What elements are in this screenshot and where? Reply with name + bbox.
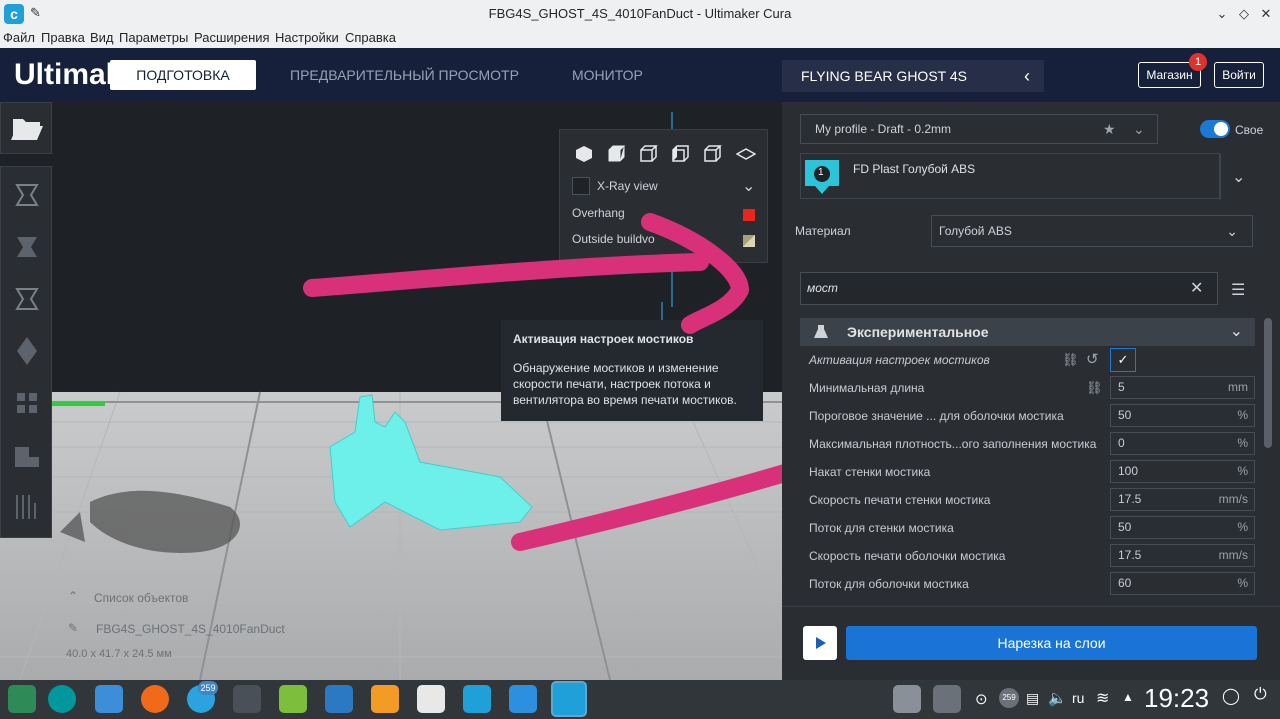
leaf-app-icon[interactable]	[279, 685, 307, 713]
setting-label-skin-flow: Поток для оболочки мостика	[809, 577, 969, 591]
settings-scrollbar[interactable]	[1264, 318, 1272, 448]
search-value: мост	[807, 281, 838, 295]
category-experimental[interactable]: Экспериментальное ⌄	[800, 318, 1255, 346]
extruder-number: 1	[818, 167, 824, 178]
skin-threshold-input[interactable]: 50%	[1110, 404, 1255, 427]
material-select[interactable]: Голубой ABS ⌄	[931, 215, 1253, 247]
setting-label-bridge-enable: Активация настроек мостиков	[809, 353, 990, 367]
value: 50	[1118, 408, 1132, 422]
volume-icon[interactable]: 🔈	[1048, 689, 1067, 707]
link-icon[interactable]: ⛓	[1086, 380, 1103, 396]
telegram-badge: 259	[198, 681, 218, 695]
value: 60	[1118, 576, 1132, 590]
chevron-down-icon: ⌄	[1229, 323, 1243, 340]
bridge-enable-checkbox[interactable]: ✓	[1110, 348, 1136, 372]
value: 0	[1118, 436, 1125, 450]
max-density-input[interactable]: 0%	[1110, 432, 1255, 455]
wifi-icon[interactable]: ≋	[1096, 688, 1109, 708]
notification-tray-icon[interactable]: 259	[999, 688, 1019, 708]
setting-label-min-length: Минимальная длина	[809, 381, 925, 395]
terminal-icon[interactable]	[233, 685, 261, 713]
skin-flow-input[interactable]: 60%	[1110, 572, 1255, 595]
material-value: Голубой ABS	[939, 224, 1012, 238]
setting-label-wall-flow: Поток для стенки мостика	[809, 521, 954, 535]
settings-menu-icon[interactable]: ☰	[1231, 280, 1245, 300]
document-icon[interactable]	[509, 685, 537, 713]
extruder-material: FD Plast Голубой ABS	[853, 162, 976, 176]
lock-icon[interactable]: ◯	[1222, 686, 1240, 706]
custom-mode-label: Свое	[1235, 123, 1264, 137]
value: 50	[1118, 520, 1132, 534]
unit: %	[1237, 576, 1248, 590]
setting-label-wall-speed: Скорость печати стенки мостика	[809, 493, 991, 507]
cura-active-icon[interactable]	[551, 681, 587, 717]
value: 17.5	[1118, 548, 1142, 562]
unit: %	[1237, 520, 1248, 534]
arduino-icon[interactable]	[48, 685, 76, 713]
custom-mode-toggle[interactable]	[1200, 120, 1230, 138]
profile-selector[interactable]: My profile - Draft - 0.2mm ★ ⌄	[800, 114, 1158, 144]
flask-icon	[814, 325, 828, 338]
clear-search-icon[interactable]: ✕	[1190, 273, 1203, 304]
unit: mm	[1228, 380, 1248, 394]
app-menu-icon[interactable]	[8, 685, 36, 713]
divider	[1220, 154, 1221, 200]
setting-label-wall-coast: Накат стенки мостика	[809, 465, 931, 479]
chevron-down-icon: ⌄	[1226, 223, 1238, 239]
power-icon[interactable]: ⏻	[1254, 686, 1267, 704]
extruder-icon	[805, 160, 839, 194]
clock[interactable]: 19:23	[1144, 683, 1209, 714]
link-icon[interactable]: ⛓	[1062, 352, 1079, 368]
unit: mm/s	[1218, 548, 1248, 562]
extruder-card[interactable]: 1 FD Plast Голубой ABS	[800, 153, 1221, 200]
profile-name: My profile - Draft - 0.2mm	[815, 122, 952, 136]
cura-icon[interactable]	[463, 685, 491, 713]
value: 17.5	[1118, 492, 1142, 506]
star-icon[interactable]: ★	[1103, 115, 1116, 143]
tray-expand-icon[interactable]: ▲	[1122, 690, 1134, 704]
keyboard-layout[interactable]: ru	[1072, 690, 1084, 706]
setting-label-skin-threshold: Пороговое значение ... для оболочки мост…	[809, 409, 1064, 423]
auto-slice-button[interactable]	[803, 626, 837, 660]
value: 5	[1118, 380, 1125, 394]
chevron-down-icon[interactable]: ⌄	[1133, 115, 1145, 143]
unit: %	[1237, 436, 1248, 450]
chevron-down-icon[interactable]: ⌄	[1232, 167, 1245, 187]
play-icon	[816, 637, 826, 649]
setting-label-max-density: Максимальная плотность...ого заполнения …	[809, 437, 1097, 451]
calendar-tray-icon[interactable]	[933, 685, 961, 713]
sublime-icon[interactable]	[371, 685, 399, 713]
material-label: Материал	[795, 224, 851, 238]
clipboard-icon[interactable]: ▤	[1026, 690, 1039, 707]
updates-icon[interactable]: ⊙	[975, 690, 988, 708]
unit: mm/s	[1218, 492, 1248, 506]
skin-speed-input[interactable]: 17.5 mm/s	[1110, 544, 1255, 567]
vscode-icon[interactable]	[325, 685, 353, 713]
category-title: Экспериментальное	[847, 324, 989, 340]
file-manager-icon[interactable]	[95, 685, 123, 713]
wall-speed-input[interactable]: 17.5 mm/s	[1110, 488, 1255, 511]
slice-button[interactable]: Нарезка на слои	[846, 626, 1257, 660]
setting-label-skin-speed: Скорость печати оболочки мостика	[809, 549, 1006, 563]
value: 100	[1118, 464, 1139, 478]
min-length-input[interactable]: 5 mm	[1110, 376, 1255, 399]
unit: %	[1237, 464, 1248, 478]
wall-flow-input[interactable]: 50%	[1110, 516, 1255, 539]
firefox-icon[interactable]	[141, 685, 169, 713]
settings-search-input[interactable]: мост ✕	[800, 272, 1218, 305]
reset-icon[interactable]: ↺	[1086, 350, 1099, 368]
wall-coast-input[interactable]: 100%	[1110, 460, 1255, 483]
unit: %	[1237, 408, 1248, 422]
clipboard-tray-icon[interactable]	[893, 685, 921, 713]
cube-app-icon[interactable]	[417, 685, 445, 713]
